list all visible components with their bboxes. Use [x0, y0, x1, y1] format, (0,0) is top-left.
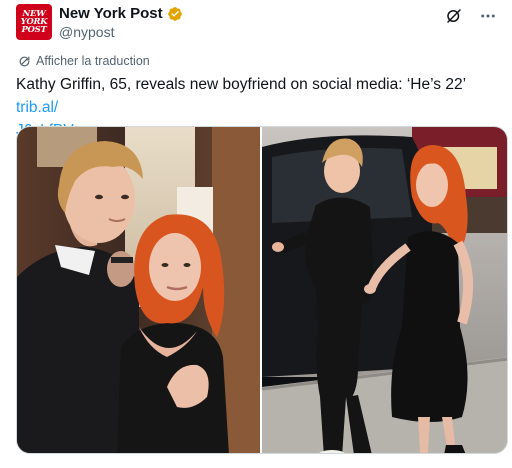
tweet[interactable]: NEW YORK POST New York Post @nypost Affi…: [0, 0, 512, 468]
verified-badge-icon: [167, 6, 182, 21]
grok-icon[interactable]: [444, 6, 464, 26]
photo-left[interactable]: [17, 127, 260, 453]
logo-line-3: POST: [21, 25, 47, 35]
photo-right-image: [262, 127, 507, 453]
more-icon[interactable]: [478, 6, 498, 26]
translate-label: Afficher la traduction: [36, 54, 150, 68]
tweet-link-part-1[interactable]: trib.al/: [16, 99, 58, 116]
display-name[interactable]: New York Post: [59, 5, 163, 22]
top-actions: [444, 6, 498, 26]
media-grid: [16, 126, 508, 454]
name-row: New York Post: [59, 5, 183, 22]
translate-link[interactable]: Afficher la traduction: [18, 54, 150, 68]
photo-right[interactable]: [262, 127, 507, 453]
tweet-body: Kathy Griffin, 65, reveals new boyfriend…: [16, 76, 466, 93]
translate-icon: [19, 56, 30, 66]
photo-left-image: [17, 127, 260, 453]
handle[interactable]: @nypost: [59, 24, 114, 40]
avatar[interactable]: NEW YORK POST: [16, 4, 52, 40]
